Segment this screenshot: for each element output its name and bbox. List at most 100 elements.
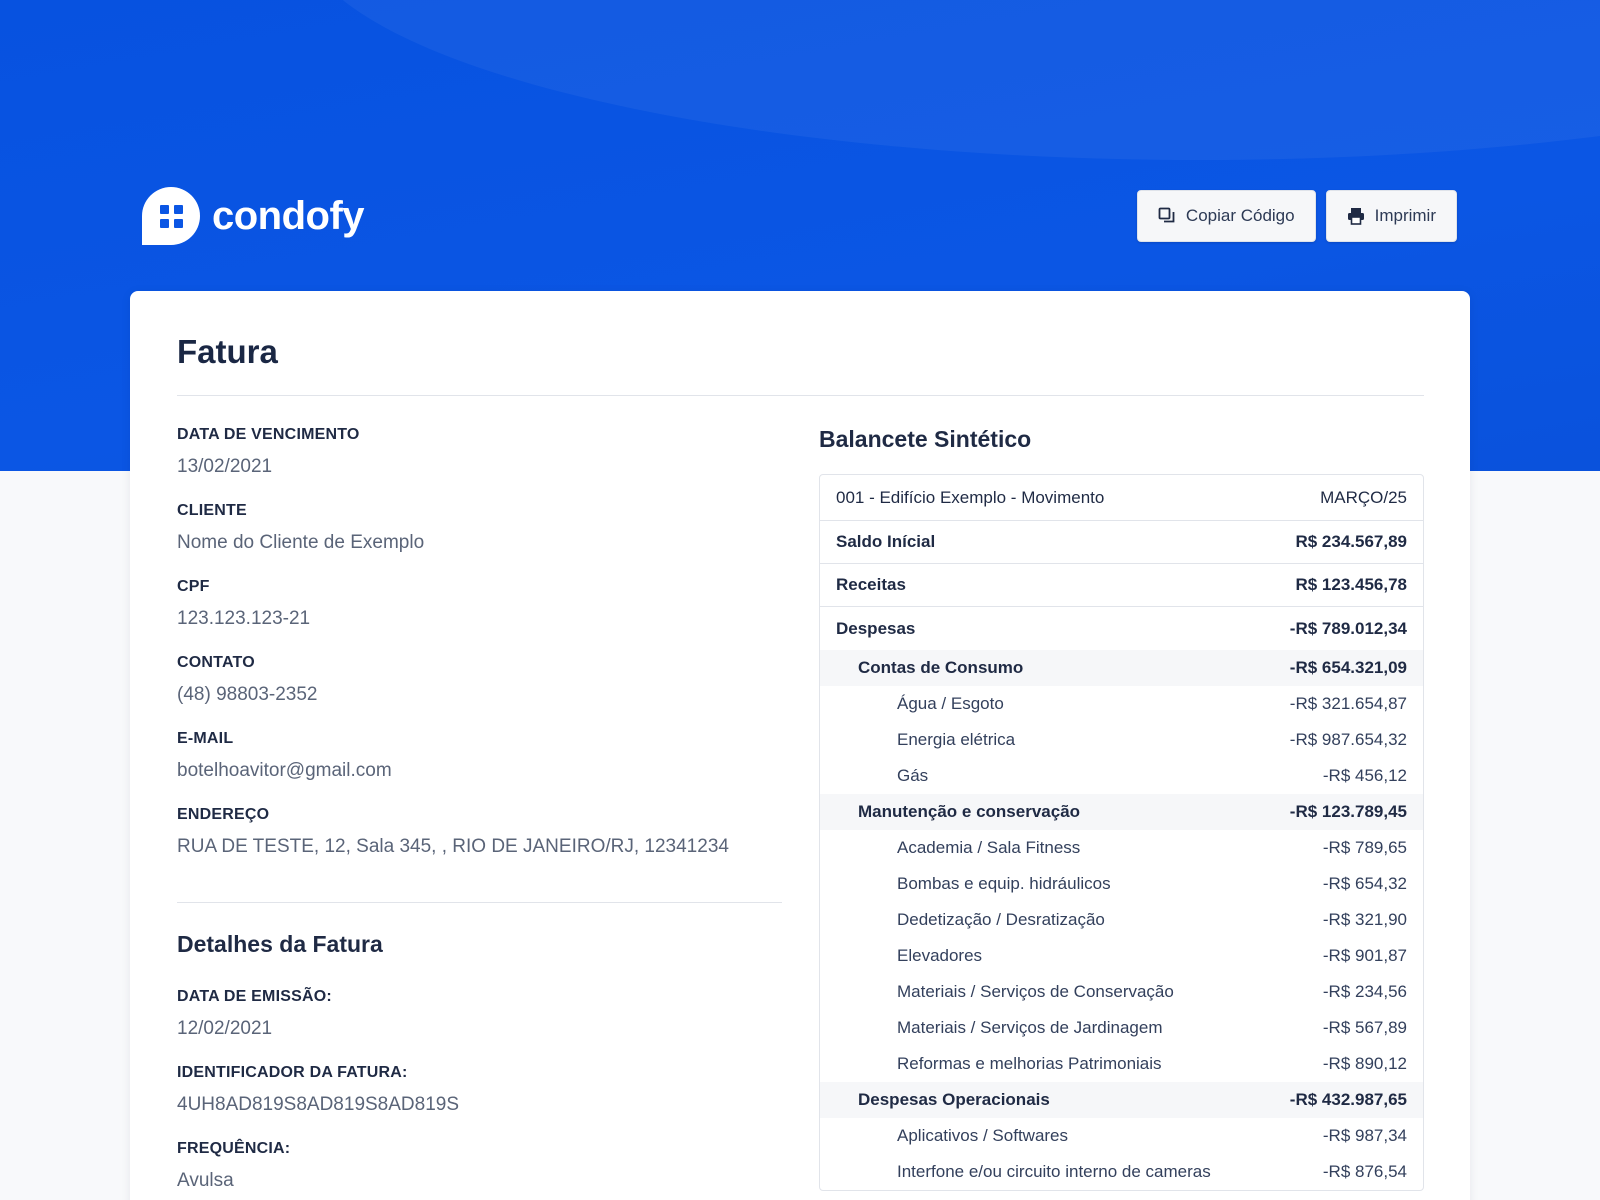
info-value: 13/02/2021 (177, 456, 273, 477)
item-value: -R$ 789,65 (1322, 838, 1407, 857)
hero-wave (300, 0, 1600, 160)
item-value: -R$ 654,32 (1322, 874, 1407, 893)
page-title: Fatura (177, 333, 278, 370)
balance-item-row: Bombas e equip. hidráulicos -R$ 654,32 (820, 866, 1423, 902)
info-value: 123.123.123-21 (177, 608, 311, 629)
info-label: E-MAIL (177, 730, 234, 747)
balance-title: Balancete Sintético (819, 426, 1032, 452)
balance-item-row: Dedetização / Desratização -R$ 321,90 (820, 902, 1423, 938)
item-label: Energia elétrica (897, 730, 1016, 749)
detail-field: IDENTIFICADOR DA FATURA: 4UH8AD819S8AD819… (177, 1064, 782, 1140)
item-value: -R$ 901,87 (1322, 946, 1407, 965)
receitas-row: Receitas R$ 123.456,78 (820, 564, 1423, 607)
invoice-info: DATA DE VENCIMENTO 13/02/2021 CLIENTE Nome … (177, 426, 782, 1200)
group-value: -R$ 654.321,09 (1289, 658, 1407, 677)
info-label: CONTATO (177, 654, 255, 671)
condofy-logo-icon (142, 187, 200, 245)
balance-item-row: Água / Esgoto -R$ 321.654,87 (820, 686, 1423, 722)
item-label: Gás (897, 766, 929, 785)
balance-item-row: Reformas e melhorias Patrimoniais -R$ 890… (820, 1046, 1423, 1082)
item-label: Academia / Sala Fitness (897, 838, 1081, 857)
balance-group-row: Manutenção e conservação -R$ 123.789,45 (820, 794, 1423, 830)
item-label: Reformas e melhorias Patrimoniais (897, 1054, 1162, 1073)
item-label: Água / Esgoto (897, 694, 1004, 713)
balance-group-row: Despesas Operacionais -R$ 432.987,65 (820, 1082, 1423, 1118)
info-field: ENDEREÇO RUA DE TESTE, 12, Sala 345, , RI… (177, 806, 782, 882)
receitas-value: R$ 123.456,78 (1295, 575, 1407, 594)
info-field: DATA DE VENCIMENTO 13/02/2021 (177, 426, 782, 502)
detail-field: FREQUÊNCIA: Avulsa (177, 1140, 782, 1200)
item-value: -R$ 987.654,32 (1289, 730, 1407, 749)
balance-item-row: Aplicativos / Softwares -R$ 987,34 (820, 1118, 1423, 1154)
info-value: Nome do Cliente de Exemplo (177, 532, 425, 553)
section-divider (177, 902, 782, 903)
topbar: condofy Copiar Código Imprimir (142, 186, 1457, 246)
item-value: -R$ 321,90 (1322, 910, 1407, 929)
group-label: Despesas Operacionais (858, 1090, 1050, 1109)
copy-icon (1158, 207, 1175, 223)
info-field: E-MAIL botelhoavitor@gmail.com (177, 730, 782, 806)
group-label: Manutenção e conservação (858, 802, 1081, 821)
account-name: 001 - Edifício Exemplo - Movimento (836, 487, 1105, 507)
detail-value: Avulsa (177, 1170, 234, 1191)
balance-table: 001 - Edifício Exemplo - Movimento MARÇO… (819, 474, 1424, 1191)
info-value: botelhoavitor@gmail.com (177, 760, 392, 781)
detail-label: IDENTIFICADOR DA FATURA: (177, 1064, 408, 1081)
saldo-label: Saldo Inícial (836, 532, 936, 551)
balance-section: Balancete Sintético 001 - Edifício Exemp… (819, 426, 1424, 1191)
detail-label: FREQUÊNCIA: (177, 1140, 291, 1157)
item-value: -R$ 321.654,87 (1289, 694, 1407, 713)
item-label: Aplicativos / Softwares (897, 1126, 1069, 1145)
balance-item-row: Academia / Sala Fitness -R$ 789,65 (820, 830, 1423, 866)
item-label: Materiais / Serviços de Conservação (897, 982, 1174, 1001)
item-label: Elevadores (897, 946, 983, 965)
item-value: -R$ 567,89 (1322, 1018, 1407, 1037)
balance-group-row: Contas de Consumo -R$ 654.321,09 (820, 650, 1423, 686)
brand: condofy (142, 187, 365, 245)
balance-header-row: 001 - Edifício Exemplo - Movimento MARÇO… (820, 475, 1423, 521)
balance-item-row: Materiais / Serviços de Conservação -R$ 2… (820, 974, 1423, 1010)
detail-value: 12/02/2021 (177, 1018, 273, 1039)
saldo-row: Saldo Inícial R$ 234.567,89 (820, 521, 1423, 564)
item-label: Materiais / Serviços de Jardinagem (897, 1018, 1163, 1037)
printer-icon (1347, 208, 1364, 225)
item-label: Bombas e equip. hidráulicos (897, 874, 1111, 893)
saldo-value: R$ 234.567,89 (1295, 532, 1407, 551)
item-label: Dedetização / Desratização (897, 910, 1105, 929)
item-value: -R$ 456,12 (1322, 766, 1407, 785)
item-value: -R$ 890,12 (1322, 1054, 1407, 1073)
group-label: Contas de Consumo (858, 658, 1024, 677)
copy-code-button[interactable]: Copiar Código (1136, 190, 1316, 242)
info-label: ENDEREÇO (177, 806, 270, 823)
info-label: DATA DE VENCIMENTO (177, 426, 360, 443)
receitas-label: Receitas (836, 575, 906, 594)
info-field: CONTATO (48) 98803-2352 (177, 654, 782, 730)
info-label: CLIENTE (177, 502, 247, 519)
balance-item-row: Gás -R$ 456,12 (820, 758, 1423, 794)
detail-value: 4UH8AD819S8AD819S8AD819S (177, 1094, 460, 1115)
item-value: -R$ 876,54 (1322, 1162, 1407, 1181)
title-divider (177, 395, 1424, 396)
item-value: -R$ 987,34 (1322, 1126, 1407, 1145)
detail-field: DATA DE EMISSÃO: 12/02/2021 (177, 988, 782, 1064)
group-value: -R$ 432.987,65 (1289, 1090, 1407, 1109)
period: MARÇO/25 (1320, 487, 1407, 507)
despesas-value: -R$ 789.012,34 (1289, 618, 1407, 638)
invoice-card: Fatura DATA DE VENCIMENTO 13/02/2021 CLIEN… (130, 291, 1470, 1200)
balance-item-row: Interfone e/ou circuito interno de camer… (820, 1154, 1423, 1190)
detail-label: DATA DE EMISSÃO: (177, 988, 332, 1005)
info-field: CLIENTE Nome do Cliente de Exemplo (177, 502, 782, 578)
info-label: CPF (177, 578, 210, 595)
print-button[interactable]: Imprimir (1325, 190, 1457, 242)
item-value: -R$ 234,56 (1322, 982, 1407, 1001)
info-value: (48) 98803-2352 (177, 684, 318, 705)
balance-item-row: Energia elétrica -R$ 987.654,32 (820, 722, 1423, 758)
details-title: Detalhes da Fatura (177, 931, 383, 957)
group-value: -R$ 123.789,45 (1289, 802, 1407, 821)
despesas-label: Despesas (836, 618, 916, 638)
info-field: CPF 123.123.123-21 (177, 578, 782, 654)
action-buttons: Copiar Código Imprimir (1136, 190, 1457, 242)
despesas-row: Despesas -R$ 789.012,34 (820, 607, 1423, 650)
balance-item-row: Materiais / Serviços de Jardinagem -R$ 56… (820, 1010, 1423, 1046)
print-label: Imprimir (1374, 206, 1436, 225)
